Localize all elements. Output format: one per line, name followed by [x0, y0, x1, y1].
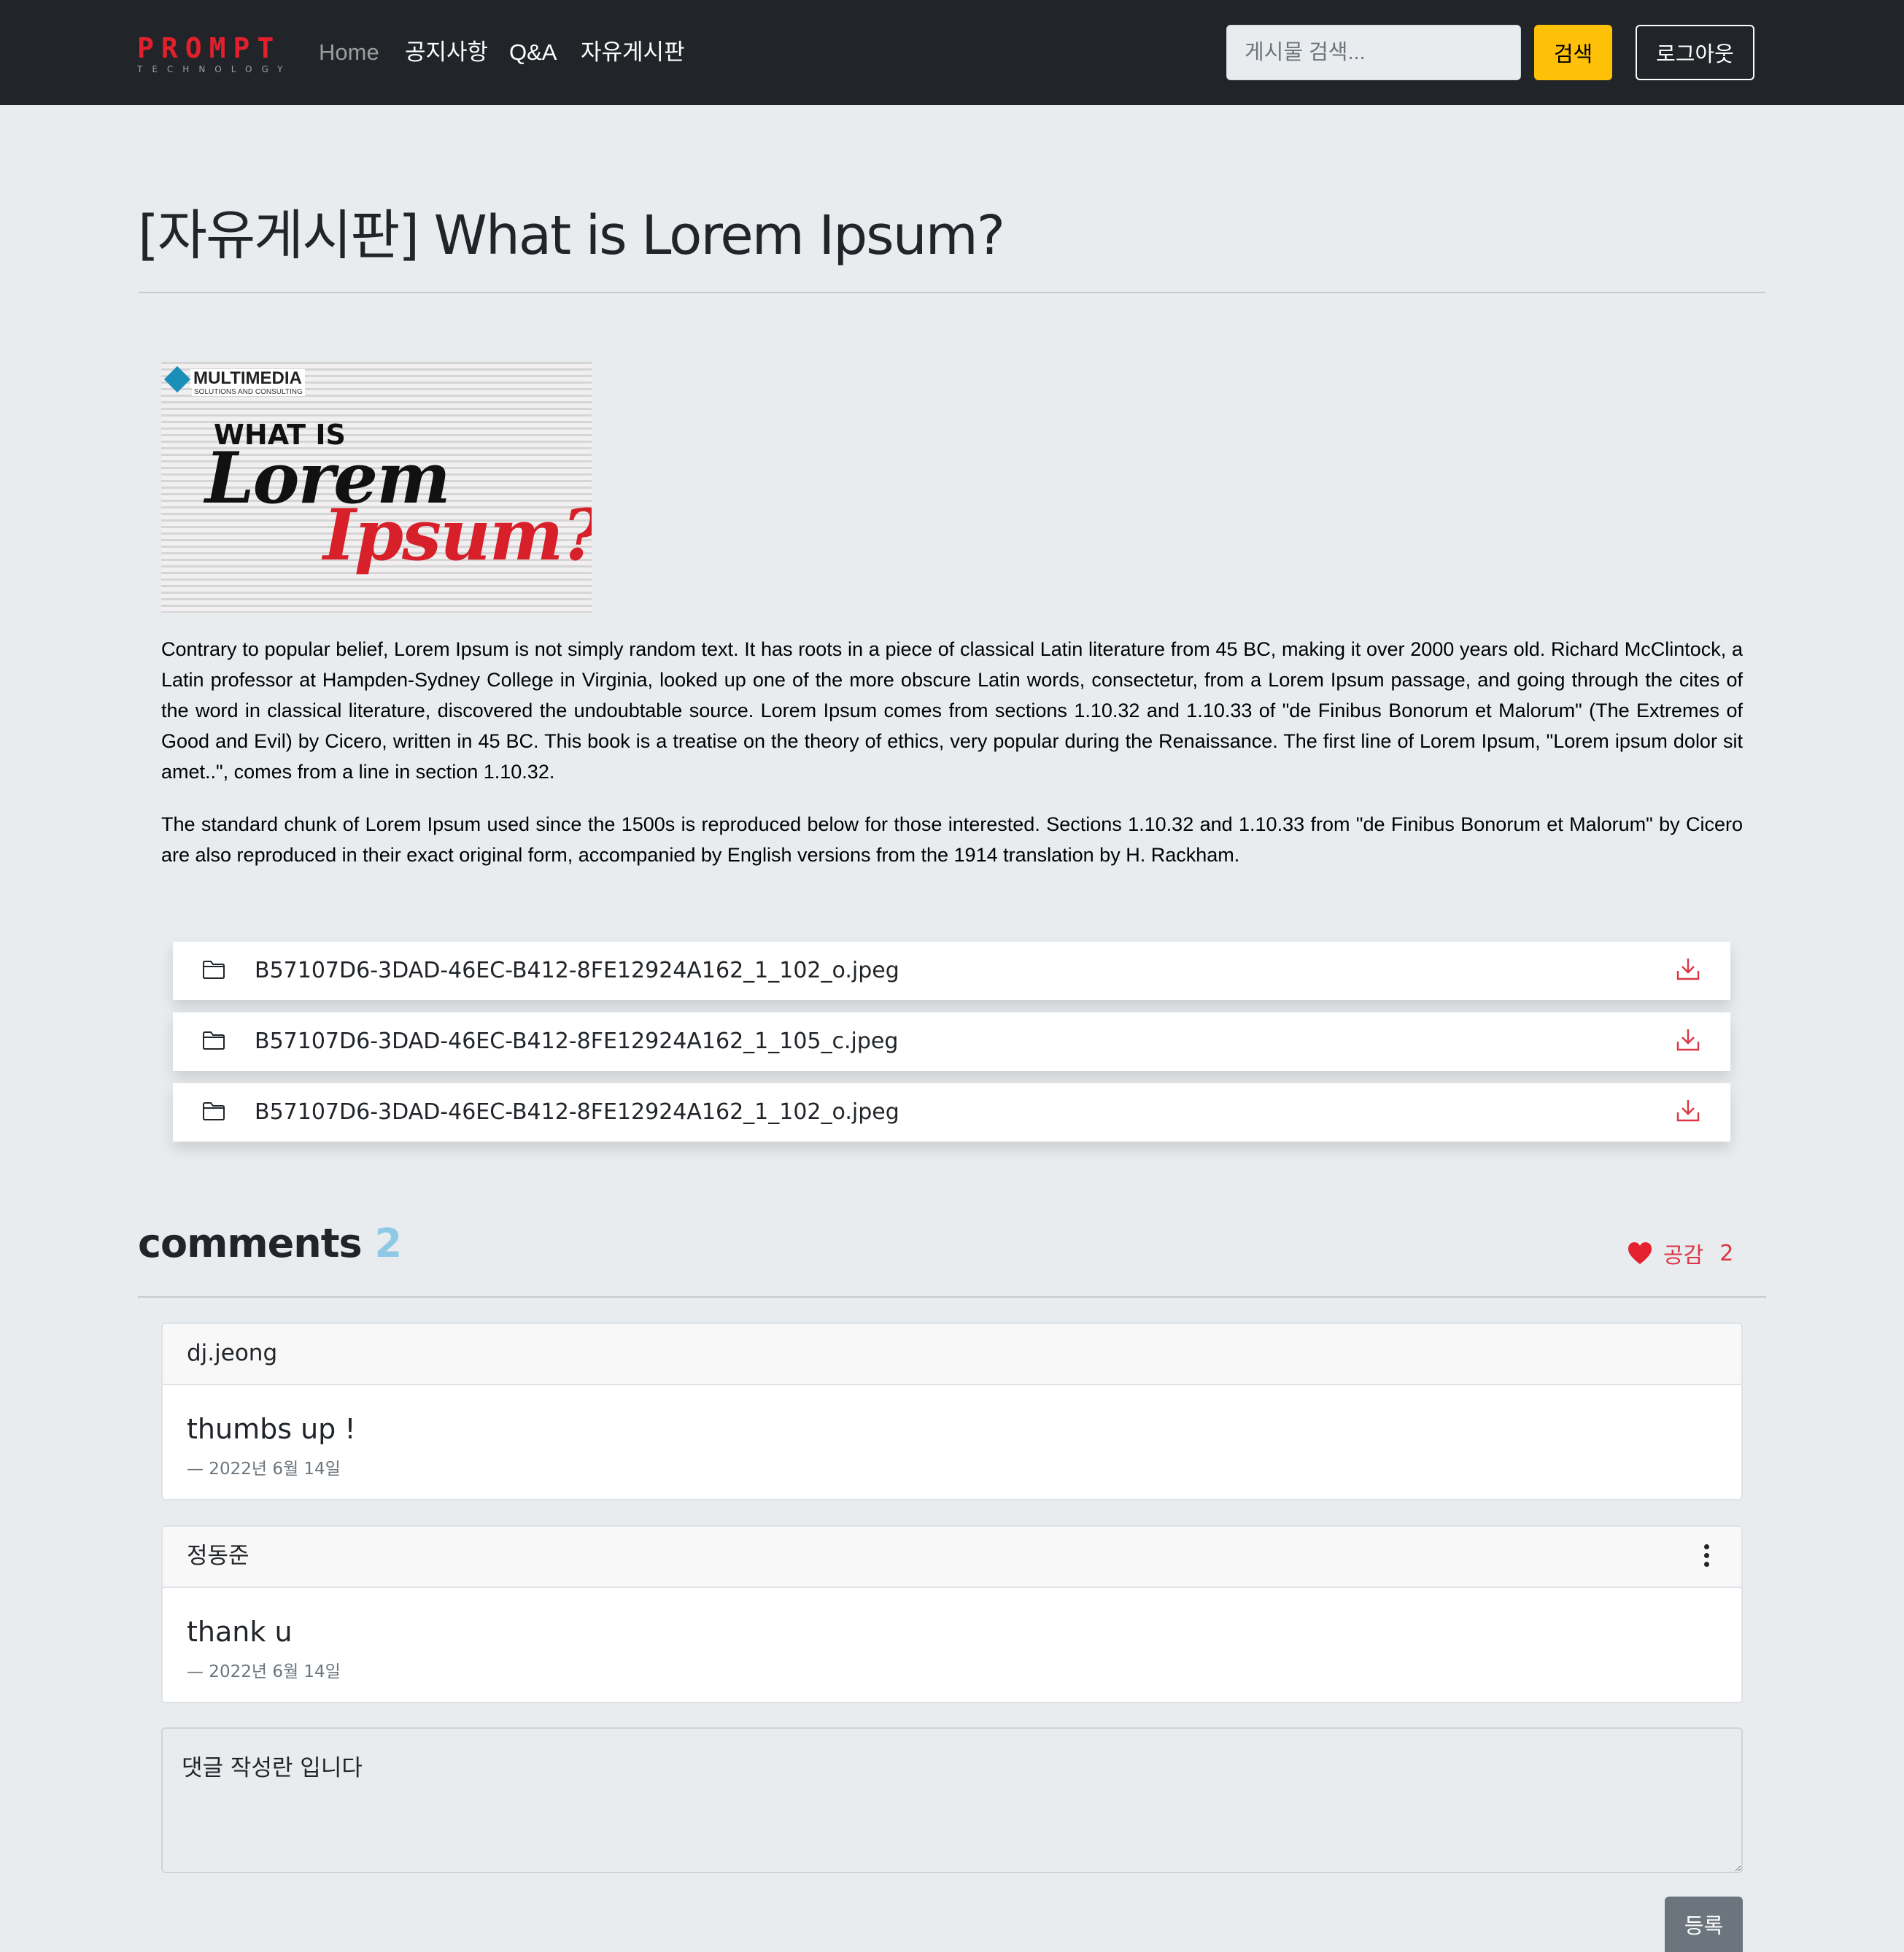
download-icon[interactable]: [1676, 1098, 1700, 1123]
like-count: 2: [1719, 1240, 1734, 1266]
download-icon[interactable]: [1676, 1027, 1700, 1052]
comments-heading-label: comments: [138, 1220, 363, 1266]
attachment-item: B57107D6-3DAD-46EC-B412-8FE12924A162_1_1…: [173, 942, 1730, 1000]
folder-icon: [203, 1031, 225, 1050]
comment-author: dj.jeong: [187, 1340, 278, 1366]
like-button[interactable]: 공감 2: [1627, 1237, 1733, 1269]
comment-card: dj.jeong thumbs up ! — 2022년 6월 14일: [161, 1322, 1743, 1500]
title-divider: [138, 292, 1766, 293]
top-navbar: PROMPT TECHNOLOGY Home 공지사항 Q&A 자유게시판 검색…: [0, 0, 1904, 105]
comment-header: 정동준: [163, 1527, 1741, 1588]
submit-comment-button[interactable]: 등록: [1665, 1897, 1743, 1952]
post-image: MULTIMEDIA SOLUTIONS AND CONSULTING WHAT…: [161, 362, 592, 613]
heart-icon: [1628, 1242, 1652, 1264]
comment-text: thank u: [187, 1616, 293, 1648]
page-title: [자유게시판] What is Lorem Ipsum?: [138, 204, 1005, 267]
search-button[interactable]: 검색: [1534, 25, 1612, 80]
download-icon[interactable]: [1676, 956, 1700, 981]
comment-author: 정동준: [187, 1543, 249, 1569]
brand-name: PROMPT: [137, 32, 282, 64]
comments-divider: [138, 1296, 1766, 1298]
comment-text: thumbs up !: [187, 1413, 356, 1445]
nav-link-notice[interactable]: 공지사항: [405, 35, 488, 70]
attachment-name[interactable]: B57107D6-3DAD-46EC-B412-8FE12924A162_1_1…: [255, 1098, 899, 1127]
comment-date: — 2022년 6월 14일: [187, 1460, 341, 1479]
attachment-item: B57107D6-3DAD-46EC-B412-8FE12924A162_1_1…: [173, 1083, 1730, 1142]
comment-date: — 2022년 6월 14일: [187, 1662, 341, 1681]
nav-link-free-board[interactable]: 자유게시판: [581, 35, 685, 70]
post-paragraph-1: Contrary to popular belief, Lorem Ipsum …: [161, 638, 1743, 783]
folder-icon: [203, 961, 225, 979]
attachment-name[interactable]: B57107D6-3DAD-46EC-B412-8FE12924A162_1_1…: [255, 956, 899, 985]
image-brand-sub: SOLUTIONS AND CONSULTING: [192, 388, 305, 396]
post-paragraph-2: The standard chunk of Lorem Ipsum used s…: [161, 813, 1743, 866]
comment-header: dj.jeong: [163, 1324, 1741, 1385]
comments-count: 2: [374, 1220, 402, 1266]
comments-heading: comments 2: [138, 1218, 402, 1269]
more-options-icon[interactable]: [1702, 1544, 1711, 1569]
like-label: 공감: [1663, 1243, 1704, 1269]
brand-logo[interactable]: PROMPT TECHNOLOGY: [137, 34, 283, 74]
nav-link-home[interactable]: Home: [319, 35, 379, 70]
attachment-name[interactable]: B57107D6-3DAD-46EC-B412-8FE12924A162_1_1…: [255, 1027, 898, 1056]
folder-icon: [203, 1102, 225, 1120]
image-headline-ipsum: Ipsum?: [323, 494, 592, 576]
comment-body: thumbs up ! — 2022년 6월 14일: [163, 1385, 1741, 1499]
comment-textarea[interactable]: [161, 1727, 1743, 1873]
comment-body: thank u — 2022년 6월 14일: [163, 1588, 1741, 1702]
logout-button[interactable]: 로그아웃: [1636, 25, 1754, 80]
nav-link-qna[interactable]: Q&A: [509, 35, 557, 70]
image-brand: MULTIMEDIA: [190, 369, 305, 388]
search-input[interactable]: [1226, 25, 1521, 80]
comment-card: 정동준 thank u — 2022년 6월 14일: [161, 1525, 1743, 1703]
attachment-item: B57107D6-3DAD-46EC-B412-8FE12924A162_1_1…: [173, 1012, 1730, 1071]
brand-tagline: TECHNOLOGY: [137, 64, 293, 74]
